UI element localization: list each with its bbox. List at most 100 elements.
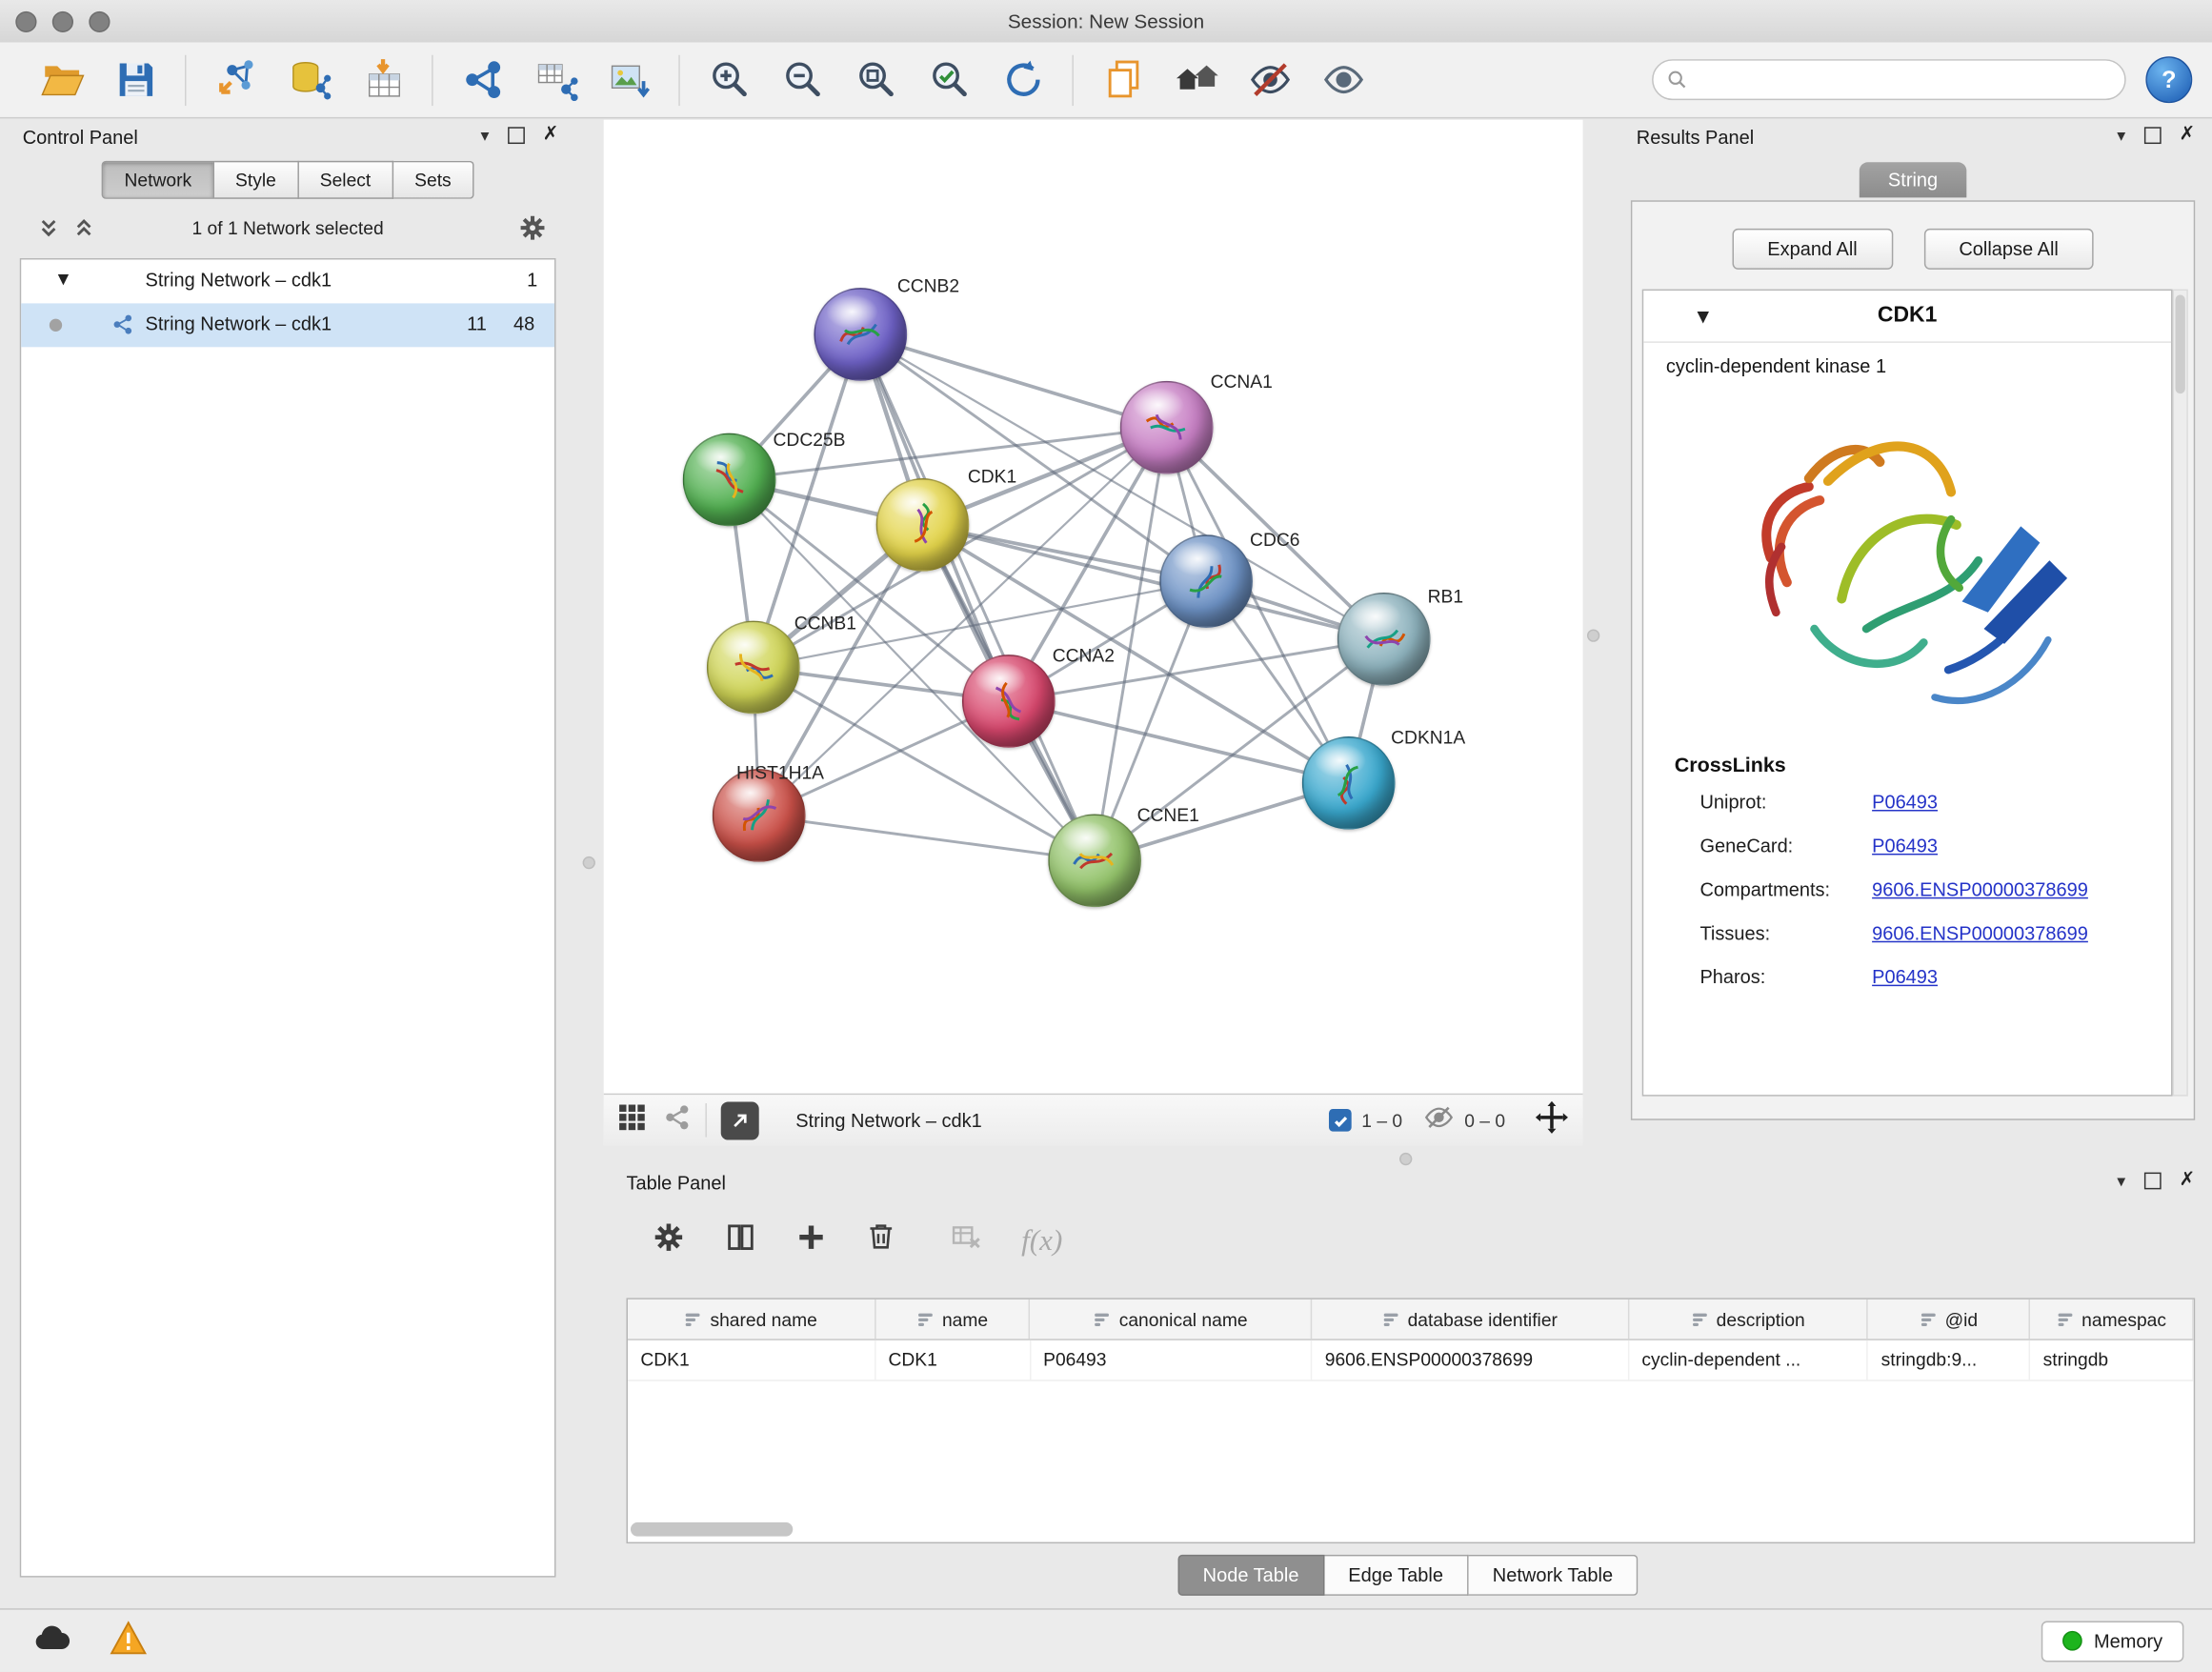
toolbar-separator — [1072, 54, 1073, 105]
memory-button[interactable]: Memory — [2041, 1621, 2183, 1662]
tree-expand-icon[interactable]: ▼ — [58, 272, 69, 288]
warning-icon[interactable] — [111, 1621, 148, 1662]
panel-close-icon[interactable]: ✗ — [2179, 1171, 2195, 1190]
crosslink-link[interactable]: 9606.ENSP00000378699 — [1872, 922, 2088, 943]
hidden-eye-icon[interactable] — [1423, 1104, 1455, 1137]
column-header-namespac[interactable]: namespac — [2030, 1299, 2193, 1339]
panel-close-icon[interactable]: ✗ — [543, 126, 559, 145]
export-image-icon[interactable] — [593, 48, 666, 112]
control-panel: Control Panel ▾ ✗ NetworkStyleSelectSets… — [11, 120, 564, 1581]
zoom-out-icon[interactable] — [766, 48, 839, 112]
column-header-database-identifier[interactable]: database identifier — [1312, 1299, 1629, 1339]
fit-content-crosshair-icon[interactable] — [1535, 1099, 1569, 1140]
network-edge[interactable] — [759, 816, 1095, 860]
network-edge[interactable] — [860, 334, 1166, 428]
network-edge[interactable] — [1009, 701, 1349, 783]
import-network-from-database-icon[interactable] — [272, 48, 346, 112]
panel-menu-icon[interactable]: ▾ — [2117, 1172, 2125, 1189]
tab-network[interactable]: Network — [102, 161, 214, 199]
panel-menu-icon[interactable]: ▾ — [480, 127, 489, 144]
copy-icon[interactable] — [1086, 48, 1159, 112]
panel-menu-icon[interactable]: ▾ — [2117, 127, 2125, 144]
network-node-RB1[interactable] — [1337, 593, 1431, 686]
tab-edge-table[interactable]: Edge Table — [1324, 1555, 1469, 1596]
table-cell[interactable]: 9606.ENSP00000378699 — [1312, 1340, 1629, 1380]
crosslink-link[interactable]: 9606.ENSP00000378699 — [1872, 879, 2088, 900]
delete-column-icon[interactable] — [865, 1220, 897, 1259]
network-node-CDK1[interactable] — [876, 478, 970, 572]
network-from-table-icon[interactable] — [519, 48, 593, 112]
birdseye-view-icon[interactable] — [618, 1102, 647, 1138]
tab-string[interactable]: String — [1860, 162, 1965, 197]
table-row[interactable]: CDK1CDK1P064939606.ENSP00000378699cyclin… — [628, 1340, 2194, 1381]
crosslink-link[interactable]: P06493 — [1872, 966, 1938, 987]
panel-float-icon[interactable] — [2143, 127, 2161, 144]
tab-select[interactable]: Select — [299, 161, 393, 199]
import-network-from-file-icon[interactable] — [199, 48, 272, 112]
new-network-icon[interactable] — [446, 48, 519, 112]
open-session-icon[interactable] — [26, 48, 99, 112]
gene-section-header[interactable]: ▼ CDK1 — [1643, 291, 2171, 343]
panel-close-icon[interactable]: ✗ — [2179, 126, 2195, 145]
table-cell[interactable]: CDK1 — [875, 1340, 1031, 1380]
network-node-CDC6[interactable] — [1159, 534, 1253, 628]
column-header-shared-name[interactable]: shared name — [628, 1299, 875, 1339]
selected-checkbox-icon[interactable] — [1329, 1109, 1352, 1132]
network-options-gear-icon[interactable] — [517, 213, 547, 251]
right-splitter-handle[interactable] — [1587, 629, 1599, 641]
refresh-layout-icon[interactable] — [986, 48, 1059, 112]
add-column-icon[interactable] — [795, 1221, 827, 1259]
tab-style[interactable]: Style — [214, 161, 299, 199]
home-icon[interactable] — [1159, 48, 1233, 112]
node-label-CCNA1: CCNA1 — [1211, 371, 1273, 392]
collapse-all-button[interactable]: Collapse All — [1923, 229, 2094, 270]
network-node-CCNB2[interactable] — [814, 288, 907, 381]
column-header-canonical-name[interactable]: canonical name — [1031, 1299, 1313, 1339]
cloud-icon[interactable] — [31, 1622, 73, 1660]
panel-float-icon[interactable] — [508, 127, 525, 144]
network-node-CCNA2[interactable] — [962, 655, 1056, 748]
left-splitter-handle[interactable] — [583, 856, 595, 869]
help-button[interactable]: ? — [2145, 56, 2192, 103]
tab-network-table[interactable]: Network Table — [1469, 1555, 1639, 1596]
table-cell[interactable]: CDK1 — [628, 1340, 875, 1380]
table-cell[interactable]: stringdb — [2030, 1340, 2193, 1380]
tab-node-table[interactable]: Node Table — [1177, 1555, 1324, 1596]
show-all-icon[interactable] — [1306, 48, 1379, 112]
hide-selected-icon[interactable] — [1233, 48, 1306, 112]
save-session-icon[interactable] — [99, 48, 172, 112]
network-node-CCNA1[interactable] — [1120, 381, 1214, 474]
column-header--id[interactable]: @id — [1868, 1299, 2030, 1339]
search-box[interactable] — [1652, 59, 2126, 100]
network-collection-row[interactable]: ▼ String Network – cdk1 1 — [21, 259, 554, 303]
zoom-selected-icon[interactable] — [913, 48, 986, 112]
network-edge[interactable] — [860, 334, 1095, 860]
table-settings-gear-icon[interactable] — [652, 1219, 686, 1260]
import-table-from-file-icon[interactable] — [346, 48, 419, 112]
share-view-icon[interactable] — [663, 1102, 692, 1138]
panel-float-icon[interactable] — [2143, 1172, 2161, 1189]
network-row-selected[interactable]: String Network – cdk1 11 48 — [21, 303, 554, 347]
network-node-CCNE1[interactable] — [1048, 814, 1141, 907]
expand-all-button[interactable]: Expand All — [1732, 229, 1893, 270]
bottom-splitter-handle[interactable] — [1399, 1153, 1412, 1165]
network-node-CDC25B[interactable] — [683, 433, 776, 527]
network-node-CCNB1[interactable] — [707, 621, 800, 715]
table-cell[interactable]: stringdb:9... — [1868, 1340, 2030, 1380]
table-cell[interactable]: cyclin-dependent ... — [1629, 1340, 1868, 1380]
column-header-description[interactable]: description — [1629, 1299, 1868, 1339]
network-node-CDKN1A[interactable] — [1302, 736, 1396, 830]
zoom-fit-icon[interactable] — [839, 48, 913, 112]
network-canvas[interactable]: CCNB2CCNA1CDC25BCDK1CDC6RB1CCNB1CCNA2CDK… — [604, 120, 1583, 1094]
crosslink-link[interactable]: P06493 — [1872, 836, 1938, 856]
tab-sets[interactable]: Sets — [393, 161, 473, 199]
open-in-browser-icon[interactable] — [721, 1101, 759, 1139]
crosslink-link[interactable]: P06493 — [1872, 792, 1938, 813]
search-input[interactable] — [1697, 68, 2110, 91]
column-header-name[interactable]: name — [875, 1299, 1031, 1339]
results-scrollbar[interactable] — [2173, 290, 2188, 1097]
select-columns-icon[interactable] — [724, 1219, 758, 1260]
zoom-in-icon[interactable] — [693, 48, 766, 112]
table-hscrollbar[interactable] — [631, 1522, 793, 1537]
table-cell[interactable]: P06493 — [1031, 1340, 1313, 1380]
